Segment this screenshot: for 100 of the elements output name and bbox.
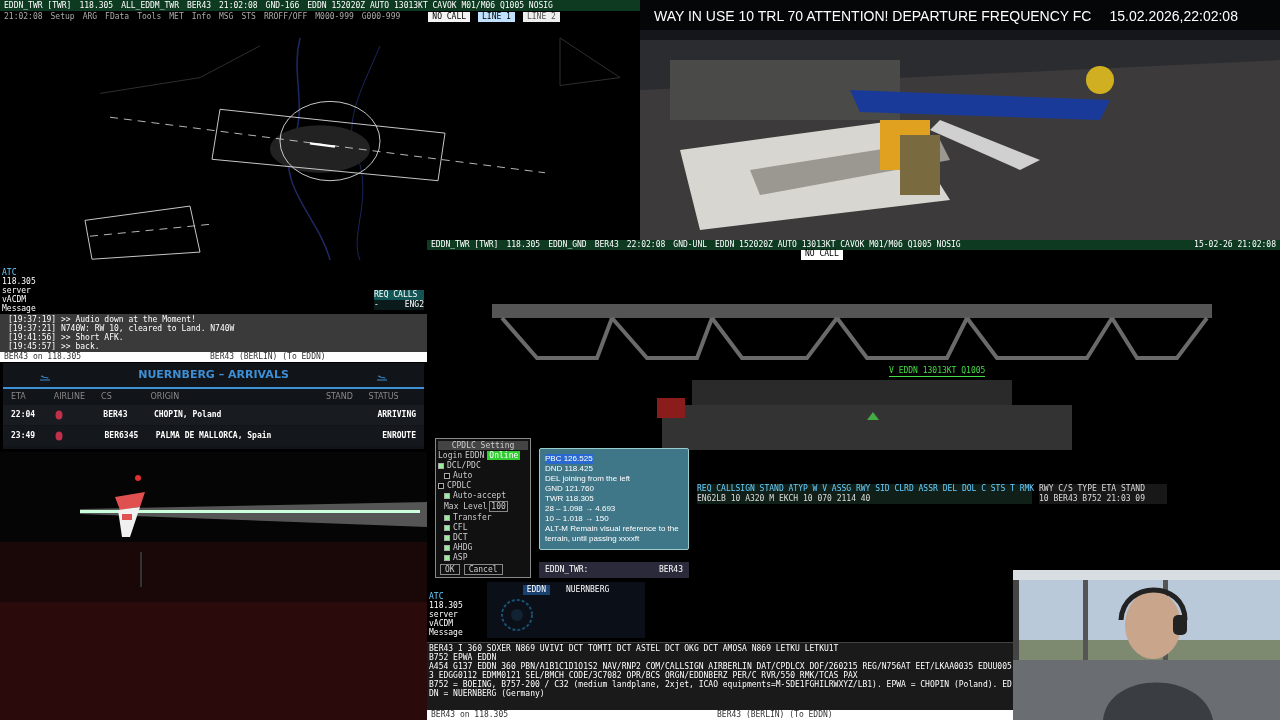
- column-header: ORIGIN: [150, 391, 181, 403]
- dialog-title: CPDLC Setting: [438, 441, 528, 450]
- checkbox-label: CFL: [453, 523, 468, 532]
- callsign-cell-text: BER43: [103, 409, 129, 421]
- station-text: EDDN_TWR:: [545, 564, 589, 576]
- clock-text: 15-02-26 21:02:08: [1194, 241, 1276, 249]
- toolbar-text: EDDN_GND: [548, 241, 587, 249]
- atc-info-text: Message: [429, 628, 463, 637]
- atc-info-text: ATC: [2, 268, 18, 277]
- checkbox-label: AHDG: [453, 543, 473, 552]
- note-line: GND 121.760: [545, 484, 594, 494]
- checkbox-label: CPDLC: [447, 481, 472, 490]
- note-line: ALT-M Remain visual reference to the terrain, until passing xxxxft: [545, 524, 680, 544]
- checkbox[interactable]: [438, 462, 444, 469]
- checkbox[interactable]: [444, 492, 450, 499]
- menu-item[interactable]: FData: [105, 13, 130, 21]
- callsign-cell-text: BER6345: [104, 430, 140, 442]
- metar-text: EDDN 152020Z AUTO 13013KT CAVOK M01/M06 Q1005 NOSIG: [715, 241, 961, 249]
- request-value: ENG2: [404, 300, 424, 310]
- checkbox[interactable]: [444, 554, 450, 561]
- strip-header: REQ CALLSIGN STAND ATYP W V ASSG RWY SID CLRD ASSR DEL DOL C STS T RMK: [697, 484, 1032, 494]
- note-line: DEL joining from the left: [545, 474, 631, 484]
- toolbar-text: 22:02:08: [626, 241, 666, 249]
- flight-plan-line: B752 = BOEING, B757-200 / C32 (medium landplane, 2xjet, ICAO equipments=M-SDE1FGHILRWXYZ/LB1). EPWA = CHOPIN (Poland). EDDN = NUERNBERG (Germany): [429, 680, 1013, 698]
- status-text: BER43 (BERLIN) (To EDDN): [717, 711, 833, 719]
- airport-code: EDDN: [522, 585, 550, 595]
- toolbar-text: BER43: [594, 241, 619, 249]
- atc-info-text: 118.305: [2, 277, 36, 286]
- gauge-icon: [500, 598, 534, 632]
- station-text: EDDN: [465, 451, 485, 460]
- command-text: BER43 on 118.305: [3, 353, 83, 361]
- menu-item[interactable]: RROFF/OFF: [263, 13, 308, 21]
- call-status: NO CALL: [801, 250, 843, 260]
- menu-item[interactable]: MET: [169, 13, 184, 21]
- dialog-button[interactable]: Cancel: [463, 564, 503, 575]
- line-tab[interactable]: LINE 1: [478, 12, 515, 22]
- menu-item[interactable]: G000-999: [361, 13, 401, 21]
- toolbar-text: GND-166: [265, 1, 300, 10]
- atc-info-text: vACDM: [429, 619, 455, 628]
- column-header: CS: [101, 391, 113, 403]
- airport-name: NUERNBERG: [565, 585, 610, 595]
- atc-info-text: server: [2, 286, 32, 295]
- toolbar-text: 118.305: [79, 1, 114, 10]
- column-header: AIRLINE: [53, 391, 86, 403]
- dialog-button[interactable]: OK: [440, 564, 460, 575]
- menu-item[interactable]: STS: [241, 13, 256, 21]
- checkbox-label: Auto: [453, 471, 473, 480]
- line-tab[interactable]: LINE 2: [522, 12, 560, 22]
- wind-label: V EDDN 13013KT Q1005: [889, 366, 986, 377]
- column-header: STAND: [325, 391, 354, 403]
- toolbar-text: GND-UNL: [673, 241, 708, 249]
- toolbar-text: 21:02:08: [219, 1, 258, 10]
- max-level-field[interactable]: 100: [489, 501, 508, 512]
- note-line: DND 118.425: [545, 464, 593, 474]
- toolbar-text: BER43: [186, 1, 212, 10]
- menu-item[interactable]: Setup: [50, 13, 75, 21]
- menu-item[interactable]: M000-999: [315, 13, 354, 21]
- toolbar-text: EDDN_TWR [TWR]: [4, 1, 72, 10]
- status-text: BER43 (BERLIN) (To EDDN): [210, 353, 326, 361]
- checkbox[interactable]: [444, 514, 450, 521]
- toolbar-text: EDDN_TWR [TWR]: [431, 241, 499, 249]
- flight-plan-line: B752 EPWA EDDN: [429, 653, 498, 662]
- menu-item[interactable]: 21:02:08: [4, 13, 43, 21]
- call-status: NO CALL: [428, 12, 471, 22]
- menu-item[interactable]: Tools: [137, 13, 162, 21]
- message-line: [19:45:57] >> back.: [8, 342, 101, 351]
- max-level-label: Max Level: [444, 502, 488, 511]
- strip-row-text: EN62LB 10 A320 M EKCH 10 070 2114 40: [697, 494, 872, 504]
- note-line: 28 – 1.098 → 4.693: [545, 504, 616, 514]
- checkbox-label: ASP: [453, 553, 468, 562]
- command-text: BER43 on 118.305: [430, 711, 510, 719]
- flight-plan-line: A454 G137 EDDN 360 PBN/A1B1C1D1O1S2 NAV/RNP2 COM/CALLSIGN AIRBERLIN DAT/CPDLCX DOF/260215 REG/N756AT EET/LKAA0035 EDUU0053 EDGG0112 EDMM0121 SEL/BMCH CODE/3C7082 OPR/BCS ORGN/EDDNBERZ PER/C RVR/550 RMK/TCAS PAX: [429, 662, 1013, 680]
- checkbox-label: Transfer: [453, 513, 492, 522]
- date-time: 15.02.2026,22:02:08: [1109, 9, 1238, 23]
- atc-info-text: ATC: [429, 592, 445, 601]
- note-line: 10 – 1.018 → 150: [545, 514, 609, 524]
- checkbox[interactable]: [444, 472, 450, 479]
- checkbox[interactable]: [438, 482, 444, 489]
- checkbox-label: Auto-accept: [453, 491, 506, 500]
- message-line: [19:37:21] N740W: RW 10, cleared to Land. N740W: [8, 324, 236, 333]
- column-header: STATUS: [368, 391, 400, 403]
- login-label: Login: [438, 451, 463, 460]
- metar-text: EDDN 152020Z AUTO 13013KT CAVOK M01/M06 Q1005 NOSIG: [307, 1, 553, 10]
- atc-info-text: server: [429, 610, 459, 619]
- menu-item[interactable]: MSG: [219, 13, 234, 21]
- note-line: TWR 118.305: [545, 494, 594, 504]
- callsign-text: BER43: [658, 564, 683, 576]
- strip-row-text: 10 BER43 B752 21:03 09: [1039, 494, 1146, 504]
- menu-item[interactable]: Info: [191, 13, 211, 21]
- status-cell: ARRIVING: [377, 409, 416, 421]
- status-cell: ENROUTE: [382, 430, 416, 442]
- request-value: -: [374, 300, 379, 310]
- column-header: ETA: [11, 391, 27, 403]
- request-heading: REQ CALLS: [374, 290, 424, 300]
- menu-item[interactable]: ARG: [82, 13, 98, 21]
- atc-info-text: 118.305: [429, 601, 463, 610]
- eta-cell-text: 22:04: [11, 409, 37, 421]
- checkbox[interactable]: [444, 524, 450, 531]
- checkbox[interactable]: [444, 544, 450, 551]
- checkbox[interactable]: [444, 534, 450, 541]
